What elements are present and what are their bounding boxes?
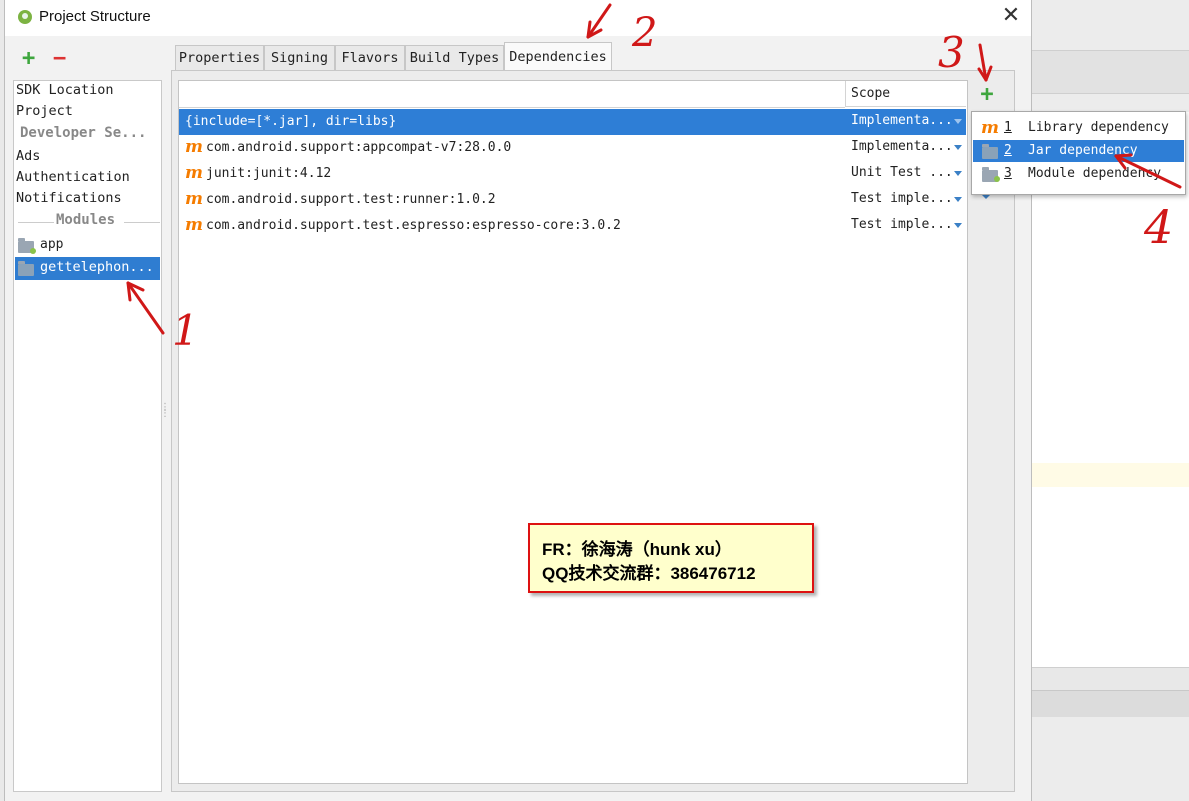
module-item-gettelephon[interactable]: gettelephon... [15, 257, 160, 280]
scope-dropdown-icon[interactable] [954, 197, 962, 202]
sidebar: SDK Location Project Developer Se... Ads… [13, 80, 162, 792]
menu-item-number: 3 [1004, 166, 1012, 181]
background-editor [1030, 112, 1189, 667]
menu-item-label: Library dependency [1028, 120, 1169, 135]
tab-flavors[interactable]: Flavors [335, 45, 405, 70]
annotation-step-4: 4 [1144, 200, 1174, 254]
annotation-step-2: 2 [632, 10, 658, 56]
jar-folder-icon [982, 144, 998, 159]
dependency-name: com.android.support:appcompat-v7:28.0.0 [206, 140, 512, 155]
menu-item-number: 2 [1004, 143, 1012, 158]
add-module-button[interactable]: + [22, 48, 35, 70]
tab-properties[interactable]: Properties [175, 45, 264, 70]
menu-item-number: 1 [1004, 120, 1012, 135]
background-toolbar [1030, 50, 1189, 94]
column-header-name[interactable] [179, 81, 845, 108]
add-dependency-menu: m 1 Library dependency 2 Jar dependency … [971, 111, 1186, 195]
background-status-strip [1030, 667, 1189, 690]
menu-item-jar-dependency[interactable]: 2 Jar dependency [973, 140, 1184, 162]
android-badge-icon [30, 248, 36, 254]
module-item-app[interactable]: app [14, 235, 160, 257]
sidebar-item-sdk-location[interactable]: SDK Location [16, 82, 114, 98]
sidebar-item-authentication[interactable]: Authentication [16, 169, 130, 185]
splitter-handle[interactable]: ⋮ ⋮ [160, 403, 170, 427]
dependencies-table: Scope {include=[*.jar], dir=libs} Implem… [178, 80, 968, 784]
android-badge-icon [994, 176, 1000, 182]
close-button[interactable]: ✕ [1000, 5, 1022, 29]
author-note: FR：徐海涛（hunk xu） QQ技术交流群：386476712 [528, 523, 814, 593]
scope-dropdown-icon[interactable] [954, 145, 962, 150]
tab-dependencies[interactable]: Dependencies [504, 42, 612, 71]
column-header-scope[interactable]: Scope [845, 81, 966, 107]
module-label: app [40, 237, 64, 252]
background-highlight-line [1030, 463, 1189, 487]
menu-item-module-dependency[interactable]: 3 Module dependency [973, 163, 1184, 185]
menu-item-library-dependency[interactable]: m 1 Library dependency [973, 117, 1184, 139]
table-row[interactable]: m com.android.support.test:runner:1.0.2 … [179, 187, 966, 213]
note-author: FR：徐海涛（hunk xu） [542, 540, 732, 559]
annotation-step-3: 3 [938, 28, 965, 77]
add-dependency-button[interactable]: + [976, 84, 998, 106]
divider [124, 222, 160, 223]
library-folder-icon [18, 261, 34, 276]
scope-dropdown-icon[interactable] [954, 171, 962, 176]
tab-signing[interactable]: Signing [264, 45, 335, 70]
maven-icon: m [185, 215, 203, 235]
table-row[interactable]: m junit:junit:4.12 Unit Test ... [179, 161, 966, 187]
table-row[interactable]: m com.android.support.test.espresso:espr… [179, 213, 966, 239]
window-title: Project Structure [39, 8, 151, 25]
note-qq-group: QQ技术交流群：386476712 [542, 564, 756, 583]
dependency-scope[interactable]: Test imple... [851, 213, 953, 237]
dependency-scope[interactable]: Test imple... [851, 187, 953, 211]
background-bottom-bar [1030, 690, 1189, 717]
maven-icon: m [981, 118, 999, 138]
dependency-scope[interactable]: Implementa... [851, 135, 953, 159]
table-row[interactable]: {include=[*.jar], dir=libs} Implementa..… [179, 109, 966, 135]
remove-module-button[interactable]: − [53, 48, 66, 70]
dependency-name: junit:junit:4.12 [206, 166, 332, 181]
table-row[interactable]: m com.android.support:appcompat-v7:28.0.… [179, 135, 966, 161]
dependency-scope[interactable]: Unit Test ... [851, 161, 953, 185]
title-bar: Project Structure ✕ [5, 0, 1031, 36]
sidebar-item-project[interactable]: Project [16, 103, 73, 119]
sidebar-item-notifications[interactable]: Notifications [16, 190, 122, 206]
scope-dropdown-icon[interactable] [954, 223, 962, 228]
tab-build-types[interactable]: Build Types [405, 45, 504, 70]
scope-dropdown-icon[interactable] [954, 119, 962, 124]
annotation-step-1: 1 [172, 306, 199, 355]
dependency-name: {include=[*.jar], dir=libs} [185, 114, 397, 129]
dependency-scope[interactable]: Implementa... [851, 109, 953, 133]
maven-icon: m [185, 189, 203, 209]
divider [18, 222, 54, 223]
android-studio-icon [18, 10, 32, 24]
menu-item-label: Jar dependency [1028, 143, 1138, 158]
maven-icon: m [185, 163, 203, 183]
maven-icon: m [185, 137, 203, 157]
modules-heading: Modules [56, 212, 116, 228]
menu-item-label: Module dependency [1028, 166, 1162, 181]
sidebar-item-ads[interactable]: Ads [16, 148, 40, 164]
sidebar-heading-developer-services: Developer Se... [20, 125, 147, 141]
module-label: gettelephon... [40, 259, 154, 275]
dependency-name: com.android.support.test.espresso:espres… [206, 218, 621, 233]
dependency-name: com.android.support.test:runner:1.0.2 [206, 192, 496, 207]
